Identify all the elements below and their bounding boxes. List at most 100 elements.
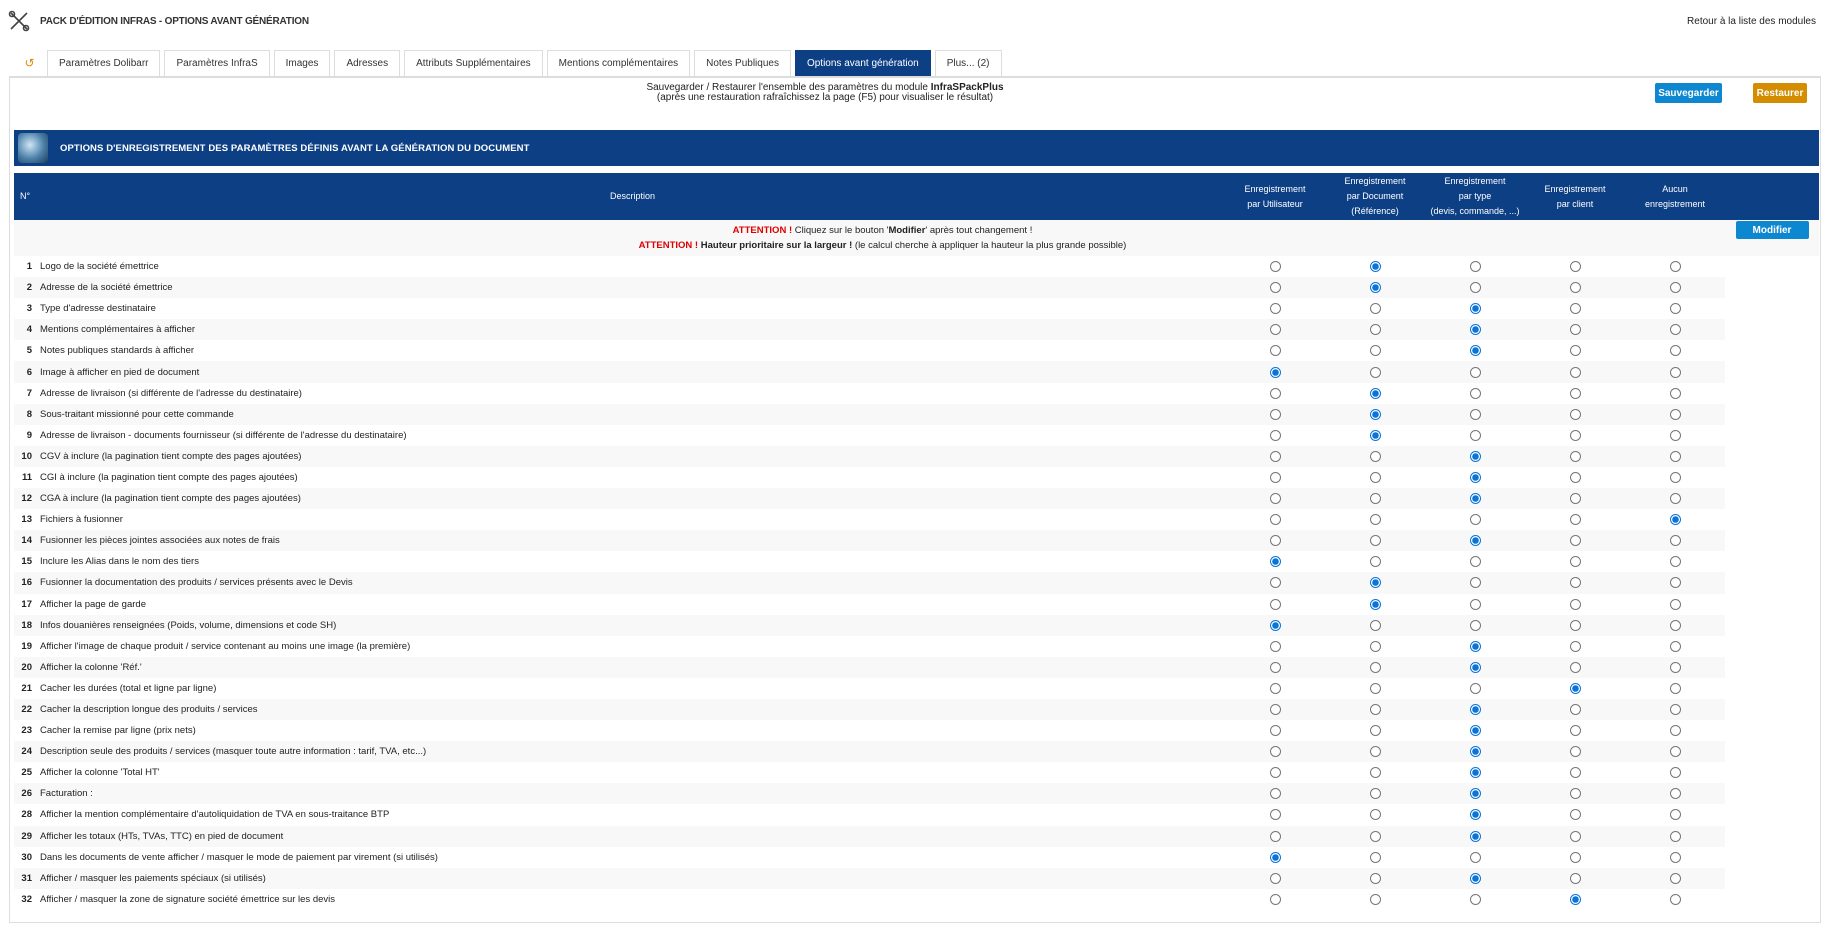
option-radio-4[interactable] <box>1569 556 1581 568</box>
option-radio-2[interactable] <box>1369 366 1381 378</box>
option-radio-2[interactable] <box>1369 640 1381 652</box>
option-radio-2[interactable] <box>1369 704 1381 715</box>
option-radio-3[interactable] <box>1469 493 1481 505</box>
option-radio-1[interactable] <box>1269 851 1281 863</box>
option-radio-2[interactable] <box>1369 556 1381 568</box>
option-radio-2[interactable] <box>1369 767 1381 779</box>
option-radio-3[interactable] <box>1469 788 1481 800</box>
option-radio-2[interactable] <box>1369 535 1381 547</box>
option-radio-5[interactable] <box>1669 682 1681 694</box>
option-radio-2[interactable] <box>1369 661 1381 673</box>
option-radio-3[interactable] <box>1469 408 1481 420</box>
tab-0[interactable]: Paramètres Dolibarr <box>47 50 161 76</box>
option-radio-5[interactable] <box>1669 767 1681 779</box>
option-radio-3[interactable] <box>1469 830 1481 842</box>
option-radio-3[interactable] <box>1469 640 1481 652</box>
option-radio-1[interactable] <box>1269 366 1281 378</box>
option-radio-3[interactable] <box>1469 598 1481 610</box>
option-radio-1[interactable] <box>1269 809 1281 821</box>
option-radio-5[interactable] <box>1669 577 1681 589</box>
option-radio-4[interactable] <box>1569 345 1581 357</box>
option-radio-1[interactable] <box>1269 788 1281 800</box>
option-radio-1[interactable] <box>1269 387 1281 399</box>
option-radio-2[interactable] <box>1369 746 1381 758</box>
option-radio-1[interactable] <box>1269 704 1281 715</box>
tab-1[interactable]: Paramètres InfraS <box>164 50 270 76</box>
option-radio-4[interactable] <box>1569 282 1581 294</box>
option-radio-5[interactable] <box>1669 345 1681 357</box>
option-radio-5[interactable] <box>1669 893 1681 905</box>
option-radio-1[interactable] <box>1269 408 1281 420</box>
option-radio-3[interactable] <box>1469 324 1481 336</box>
option-radio-2[interactable] <box>1369 851 1381 863</box>
option-radio-1[interactable] <box>1269 682 1281 694</box>
option-radio-1[interactable] <box>1269 324 1281 336</box>
option-radio-2[interactable] <box>1369 682 1381 694</box>
option-radio-4[interactable] <box>1569 261 1581 273</box>
option-radio-4[interactable] <box>1569 682 1581 694</box>
option-radio-3[interactable] <box>1469 303 1481 315</box>
option-radio-2[interactable] <box>1369 893 1381 905</box>
option-radio-2[interactable] <box>1369 471 1381 483</box>
tab-4[interactable]: Attributs Supplémentaires <box>404 50 543 76</box>
option-radio-5[interactable] <box>1669 429 1681 441</box>
option-radio-4[interactable] <box>1569 366 1581 378</box>
option-radio-2[interactable] <box>1369 725 1381 737</box>
option-radio-5[interactable] <box>1669 746 1681 758</box>
option-radio-3[interactable] <box>1469 429 1481 441</box>
option-radio-1[interactable] <box>1269 830 1281 842</box>
option-radio-5[interactable] <box>1669 471 1681 483</box>
option-radio-3[interactable] <box>1469 809 1481 821</box>
option-radio-1[interactable] <box>1269 345 1281 357</box>
option-radio-3[interactable] <box>1469 450 1481 462</box>
option-radio-4[interactable] <box>1569 725 1581 737</box>
option-radio-5[interactable] <box>1669 408 1681 420</box>
save-button[interactable]: Sauvegarder <box>1655 83 1722 103</box>
option-radio-5[interactable] <box>1669 725 1681 737</box>
option-radio-4[interactable] <box>1569 450 1581 462</box>
tab-3[interactable]: Adresses <box>334 50 401 76</box>
option-radio-5[interactable] <box>1669 535 1681 547</box>
option-radio-5[interactable] <box>1669 387 1681 399</box>
option-radio-5[interactable] <box>1669 493 1681 505</box>
option-radio-5[interactable] <box>1669 661 1681 673</box>
option-radio-2[interactable] <box>1369 429 1381 441</box>
option-radio-4[interactable] <box>1569 577 1581 589</box>
option-radio-4[interactable] <box>1569 514 1581 526</box>
option-radio-4[interactable] <box>1569 640 1581 652</box>
back-to-modules-link[interactable]: Retour à la liste des modules <box>1687 16 1816 27</box>
option-radio-5[interactable] <box>1669 788 1681 800</box>
option-radio-1[interactable] <box>1269 577 1281 589</box>
option-radio-1[interactable] <box>1269 471 1281 483</box>
option-radio-2[interactable] <box>1369 324 1381 336</box>
option-radio-4[interactable] <box>1569 767 1581 779</box>
option-radio-2[interactable] <box>1369 619 1381 631</box>
option-radio-2[interactable] <box>1369 577 1381 589</box>
option-radio-2[interactable] <box>1369 282 1381 294</box>
option-radio-4[interactable] <box>1569 387 1581 399</box>
option-radio-4[interactable] <box>1569 788 1581 800</box>
option-radio-4[interactable] <box>1569 830 1581 842</box>
option-radio-4[interactable] <box>1569 429 1581 441</box>
option-radio-5[interactable] <box>1669 598 1681 610</box>
tab-6[interactable]: Notes Publiques <box>694 50 791 76</box>
option-radio-3[interactable] <box>1469 366 1481 378</box>
option-radio-4[interactable] <box>1569 493 1581 505</box>
option-radio-5[interactable] <box>1669 282 1681 294</box>
option-radio-1[interactable] <box>1269 893 1281 905</box>
option-radio-1[interactable] <box>1269 872 1281 884</box>
option-radio-3[interactable] <box>1469 704 1481 715</box>
option-radio-2[interactable] <box>1369 493 1381 505</box>
option-radio-5[interactable] <box>1669 324 1681 336</box>
option-radio-3[interactable] <box>1469 872 1481 884</box>
option-radio-4[interactable] <box>1569 851 1581 863</box>
option-radio-5[interactable] <box>1669 851 1681 863</box>
option-radio-4[interactable] <box>1569 535 1581 547</box>
option-radio-1[interactable] <box>1269 514 1281 526</box>
option-radio-4[interactable] <box>1569 872 1581 884</box>
option-radio-3[interactable] <box>1469 282 1481 294</box>
option-radio-1[interactable] <box>1269 746 1281 758</box>
option-radio-1[interactable] <box>1269 767 1281 779</box>
option-radio-1[interactable] <box>1269 261 1281 273</box>
option-radio-1[interactable] <box>1269 556 1281 568</box>
